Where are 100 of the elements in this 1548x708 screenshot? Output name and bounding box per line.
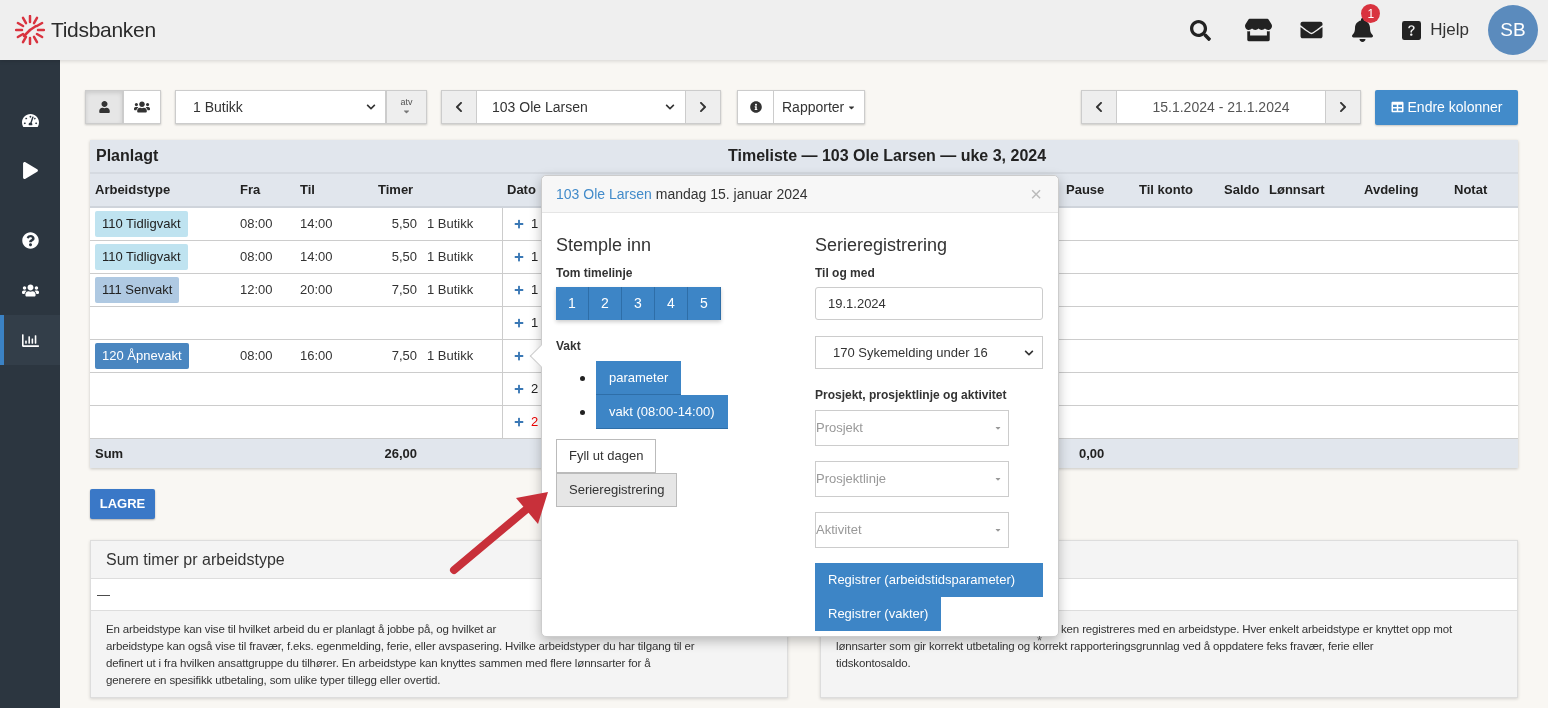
view-toggle-button[interactable] (123, 90, 161, 124)
add-icon[interactable] (514, 351, 524, 361)
chevron-down-icon (1024, 347, 1034, 358)
field-label: Prosjekt, prosjektlinje og aktivitet (815, 387, 1008, 404)
description-text: generere en spesifikk utbetaling, som ulike typer tillegg eller overtid. (106, 674, 441, 686)
description-text: definert ut i fra hvilken ansattgruppe du tilhører. En arbeidstype kan knyttes sammen med flere lønnsarter for å (106, 657, 651, 669)
project-select[interactable]: Prosjekt (815, 410, 1009, 446)
date-cell-text: 1 (531, 314, 539, 333)
project-select[interactable]: Aktivitet (815, 512, 1009, 548)
register-button[interactable]: Registrer (arbeidstidsparameter) (815, 563, 1043, 597)
table-icon (1390, 101, 1404, 113)
help-icon (21, 231, 39, 249)
table-cell: 5,50 (391, 216, 417, 232)
description-text: tidskontosaldo. (836, 657, 911, 669)
date-cell-text: 1 (531, 215, 539, 234)
department-select[interactable]: 1 Butikk (175, 90, 386, 124)
sum-label: Sum (95, 445, 124, 461)
column-header: Dato (507, 182, 536, 198)
employee-select[interactable]: 103 Ole Larsen (477, 90, 685, 124)
date-cell-text: 1 (531, 281, 539, 300)
bullet-icon (580, 409, 585, 415)
brand-name[interactable]: Tidsbanken (51, 14, 156, 46)
person-icon (98, 101, 110, 113)
table-cell: 1 Butikk (427, 216, 474, 232)
change-columns-button[interactable]: Endre kolonner (1375, 89, 1518, 125)
field-label: Vakt (556, 338, 582, 355)
info-button[interactable] (737, 90, 774, 124)
previous-week-button[interactable] (1081, 90, 1117, 124)
add-icon[interactable] (514, 417, 524, 427)
date-cell-text: 2 (531, 413, 539, 432)
table-cell: 20:00 (300, 282, 333, 298)
panel-title: Sum timer pr arbeidstype (106, 549, 285, 570)
dashboard-icon (21, 111, 39, 129)
timeline-button[interactable]: 3 (622, 287, 655, 320)
view-toggle-button[interactable] (85, 90, 123, 124)
worktype-tag[interactable]: 110 Tidligvakt (95, 244, 188, 270)
caret-icon (402, 107, 411, 116)
employee-link[interactable]: 103 Ole Larsen (556, 183, 652, 205)
section-heading: Serieregistrering (815, 234, 949, 257)
popover-date: mandag 15. januar 2024 (655, 184, 808, 204)
column-header: Fra (240, 182, 261, 198)
field-label: Tom timelinje (556, 265, 634, 282)
description-text: arbeidstype kan også vise til fravær, f.eks. egenmelding, ferie, eller avspasering. Hvilke arbeidstyper du har tilgang til er (106, 640, 695, 652)
table-cell: 7,50 (391, 282, 417, 298)
table-cell: 14:00 (300, 249, 333, 265)
caret-icon (994, 526, 1002, 534)
help-button[interactable]: Hjelp (1402, 17, 1469, 43)
chevron-down-icon (366, 102, 376, 112)
add-icon[interactable] (514, 318, 524, 328)
add-icon[interactable] (514, 285, 524, 295)
notification-icon[interactable] (1351, 18, 1375, 42)
date-range-field[interactable]: 15.1.2024 - 21.1.2024 (1117, 90, 1325, 124)
add-icon[interactable] (514, 252, 524, 262)
action-button[interactable]: Fyll ut dagen (556, 439, 657, 473)
user-avatar[interactable]: SB (1488, 5, 1538, 55)
previous-employee-button[interactable] (441, 90, 477, 124)
save-button[interactable]: LAGRE (90, 489, 155, 519)
reports-dropdown[interactable]: Rapporter (774, 90, 866, 124)
next-week-button[interactable] (1325, 90, 1361, 124)
worktype-tag[interactable]: 111 Senvakt (95, 277, 180, 303)
search-icon[interactable] (1190, 19, 1212, 41)
action-button[interactable]: Serieregistrering (556, 473, 678, 507)
info-icon (749, 101, 762, 113)
description-text: ken registreres med en arbeidstype. Hver enkelt arbeidstype er knyttet opp mot (1061, 623, 1452, 635)
timeline-button[interactable]: 1 (556, 287, 589, 320)
table-label: Planlagt (96, 146, 159, 166)
table-cell: 12:00 (240, 282, 273, 298)
store-icon[interactable] (1245, 18, 1273, 42)
mail-icon[interactable] (1299, 19, 1325, 41)
shift-button[interactable]: parameter (596, 361, 682, 395)
shift-button[interactable]: vakt (08:00-14:00) (596, 395, 728, 429)
column-header: Arbeidstype (95, 182, 171, 198)
column-header: Til (300, 182, 315, 198)
project-select[interactable]: Prosjektlinje (815, 461, 1009, 497)
worktype-select[interactable]: 170 Sykemelding under 16 (815, 336, 1043, 369)
worktype-tag[interactable]: 110 Tidligvakt (95, 211, 188, 237)
next-employee-button[interactable] (685, 90, 721, 124)
chevron-left-icon (1094, 101, 1104, 113)
date-cell-text: 1 (531, 248, 539, 267)
add-icon[interactable] (514, 384, 524, 394)
sum-hours: 26,00 (384, 445, 417, 461)
atv-button[interactable]: atv (386, 90, 427, 124)
chevron-left-icon (454, 101, 464, 113)
description-text: lønnsarter som gir korrekt utbetaling og korrekt rapporteringsgrunnlag ved å oppdatere feks fravær, ferie eller (836, 640, 1374, 652)
timeline-button[interactable]: 4 (655, 287, 688, 320)
timeline-button[interactable]: 2 (589, 287, 622, 320)
worktype-tag[interactable]: 120 Åpnevakt (95, 343, 189, 369)
table-cell: 1 Butikk (427, 348, 474, 364)
table-cell: 08:00 (240, 249, 273, 265)
add-icon[interactable] (514, 219, 524, 229)
section-heading: Stemple inn (556, 234, 653, 257)
timeline-button[interactable]: 5 (688, 287, 721, 320)
notification-badge: 1 (1361, 4, 1381, 23)
table-cell: 16:00 (300, 348, 333, 364)
caret-icon (994, 424, 1002, 432)
table-cell: 14:00 (300, 216, 333, 232)
play-icon (21, 161, 39, 179)
date-input[interactable]: 19.1.2024 (815, 287, 1043, 320)
sidebar-item[interactable] (0, 315, 60, 365)
register-button[interactable]: Registrer (vakter) (815, 597, 942, 631)
